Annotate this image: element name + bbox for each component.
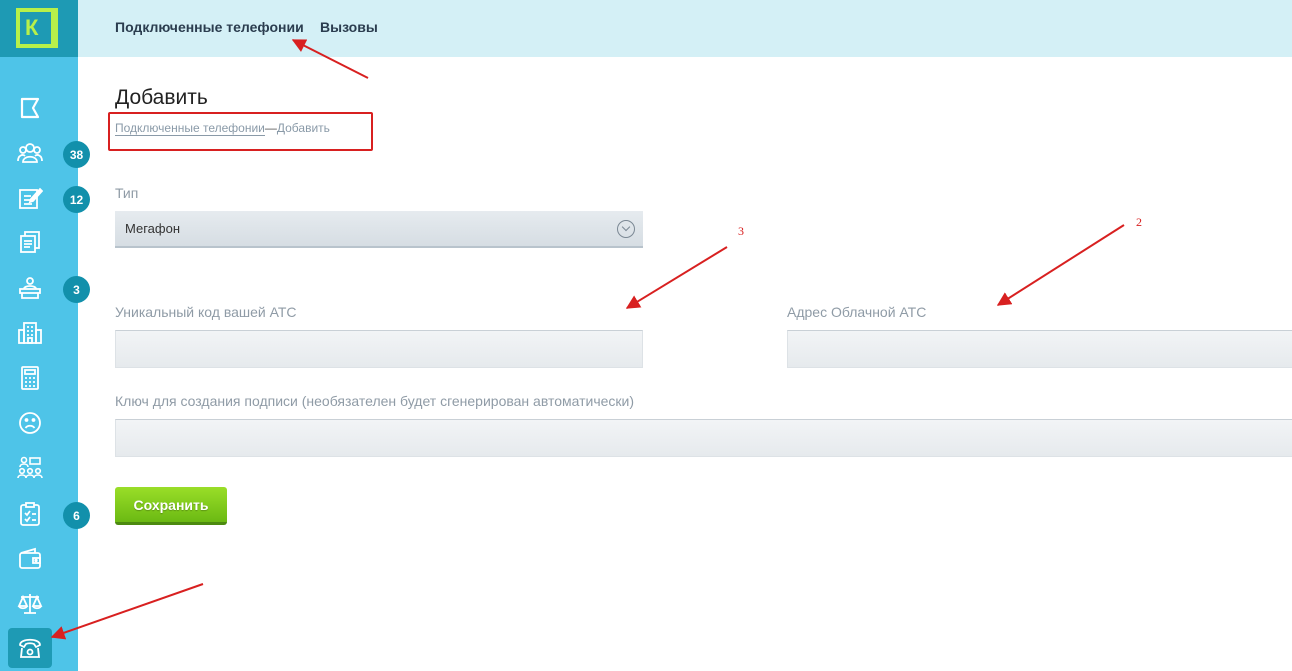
logo-mark: К — [16, 8, 58, 48]
phone-icon — [19, 638, 41, 658]
users-icon — [17, 143, 43, 163]
type-label: Тип — [115, 185, 139, 201]
tab-calls[interactable]: Вызовы — [320, 19, 378, 35]
sidebar-item-legal[interactable] — [8, 584, 52, 624]
reception-desk-icon — [19, 277, 41, 299]
page-title: Добавить — [115, 86, 208, 109]
scales-icon — [17, 594, 43, 614]
calculator-icon — [21, 366, 39, 390]
sidebar-item-team[interactable] — [8, 448, 52, 488]
sidebar-item-flag[interactable] — [8, 88, 52, 128]
sidebar-item-users[interactable] — [8, 133, 52, 173]
team-icon — [17, 456, 43, 479]
documents-icon — [20, 231, 40, 253]
pbx-code-input[interactable] — [115, 330, 643, 368]
pbx-code-label: Уникальный код вашей АТС — [115, 304, 297, 320]
cloud-pbx-address-input[interactable] — [787, 330, 1292, 368]
building-icon — [18, 322, 42, 344]
logo-letter: К — [25, 15, 39, 40]
annotation-number-3: 3 — [738, 224, 744, 238]
edit-note-badge: 12 — [63, 186, 90, 213]
cloud-pbx-address-label: Адрес Облачной АТС — [787, 304, 927, 320]
flag-icon — [20, 97, 40, 119]
sidebar-item-wallet[interactable] — [8, 539, 52, 579]
arrow-to-pbx-code — [625, 246, 728, 309]
edit-note-icon — [19, 187, 43, 209]
sidebar-item-documents[interactable] — [8, 222, 52, 262]
sidebar-item-building[interactable] — [8, 313, 52, 353]
checklist-badge: 6 — [63, 502, 90, 529]
annotation-highlight-box — [108, 112, 373, 151]
wallet-icon — [19, 547, 41, 569]
sidebar-item-reception[interactable] — [8, 268, 52, 308]
type-select[interactable]: Мегафон — [115, 211, 643, 248]
sidebar-item-telephony[interactable] — [8, 628, 52, 668]
arrow-to-cloud-address — [996, 224, 1125, 306]
sad-face-icon — [19, 412, 41, 434]
top-nav: Подключенные телефонии Вызовы — [78, 0, 1292, 57]
app-logo[interactable]: К — [0, 0, 78, 57]
type-select-value: Мегафон — [125, 221, 180, 236]
sidebar-item-complaints[interactable] — [8, 403, 52, 443]
sidebar-item-edit-note[interactable] — [8, 178, 52, 218]
checklist-icon — [20, 502, 40, 526]
annotation-number-2: 2 — [1136, 215, 1142, 229]
tab-connected-telephony[interactable]: Подключенные телефонии — [115, 19, 304, 35]
reception-badge: 3 — [63, 276, 90, 303]
chevron-down-icon — [617, 220, 635, 238]
save-button[interactable]: Сохранить — [115, 487, 227, 525]
sidebar-item-checklist[interactable] — [8, 494, 52, 534]
users-badge: 38 — [63, 141, 90, 168]
signature-key-input[interactable] — [115, 419, 1292, 457]
sidebar-item-calculator[interactable] — [8, 358, 52, 398]
sidebar: К — [0, 0, 78, 671]
signature-key-label: Ключ для создания подписи (необязателен … — [115, 393, 635, 409]
